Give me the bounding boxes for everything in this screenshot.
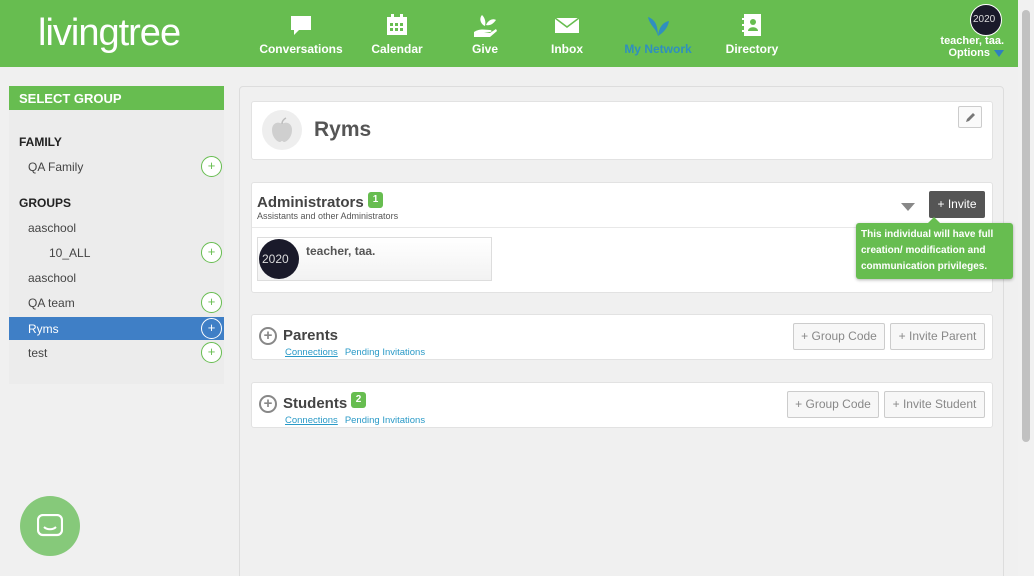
user-menu[interactable]: 2020 teacher, taa. Options xyxy=(904,4,1004,64)
sidebar-item-10-all[interactable]: 10_ALL + xyxy=(9,241,224,264)
avatar-text: 2020 xyxy=(973,14,996,25)
connections-link[interactable]: Connections xyxy=(285,347,338,358)
nav-my-network[interactable]: My Network xyxy=(620,0,696,67)
sidebar-item-label: Ryms xyxy=(28,322,59,336)
groups-heading: GROUPS xyxy=(19,196,72,210)
administrators-count-badge: 1 xyxy=(368,192,383,208)
nav-inbox[interactable]: Inbox xyxy=(540,0,594,67)
group-sidebar: SELECT GROUP FAMILY QA Family + GROUPS a… xyxy=(9,86,224,384)
invite-tooltip: This individual will have full creation/… xyxy=(856,217,1013,279)
leaf-network-icon xyxy=(648,17,669,36)
caret-down-icon xyxy=(994,49,1004,57)
sidebar-item-label: aaschool xyxy=(28,271,77,285)
collapse-icon[interactable] xyxy=(901,203,915,211)
sidebar-item-label: test xyxy=(28,346,48,360)
group-title-card: Ryms xyxy=(251,101,993,160)
invite-student-button[interactable]: + Invite Student xyxy=(884,391,985,418)
group-avatar xyxy=(262,110,302,150)
pending-invitations-link[interactable]: Pending Invitations xyxy=(345,415,425,426)
scrollbar-thumb[interactable] xyxy=(1022,10,1030,442)
page-scrollbar[interactable] xyxy=(1018,0,1034,576)
livingtree-logo[interactable]: livingtree xyxy=(38,10,181,56)
sidebar-item-aaschool-2[interactable]: aaschool xyxy=(9,266,224,289)
parents-title: Parents xyxy=(283,327,339,344)
envelope-icon xyxy=(554,17,580,33)
sidebar-item-qa-family[interactable]: QA Family + xyxy=(9,155,224,178)
options-dropdown[interactable]: Options xyxy=(948,47,1004,59)
admin-member-card[interactable]: 2020 teacher, taa. xyxy=(257,237,492,281)
students-title: Students xyxy=(283,395,348,412)
students-count-badge: 2 xyxy=(351,392,366,408)
nav-label: Calendar xyxy=(371,42,423,56)
member-name: teacher, taa. xyxy=(306,244,376,258)
students-card: + Students 2 Connections Pending Invitati… xyxy=(251,382,993,428)
nav-calendar[interactable]: Calendar xyxy=(365,0,429,67)
sidebar-item-label: 10_ALL xyxy=(49,246,91,260)
sidebar-item-ryms[interactable]: Ryms + xyxy=(9,317,224,340)
chat-launcher-button[interactable] xyxy=(20,496,80,556)
chat-bubble-icon xyxy=(291,16,311,35)
group-detail-panel: Ryms Administrators 1 Assistants and oth… xyxy=(239,86,1013,576)
invite-parent-button[interactable]: + Invite Parent xyxy=(890,323,985,350)
students-group-code-button[interactable]: + Group Code xyxy=(787,391,879,418)
directory-icon xyxy=(742,14,761,36)
sidebar-item-test[interactable]: test + xyxy=(9,341,224,364)
parents-card: + Parents Connections Pending Invitations… xyxy=(251,314,993,360)
nav-give[interactable]: Give xyxy=(460,0,510,67)
family-heading: FAMILY xyxy=(19,135,62,149)
administrators-subtitle: Assistants and other Administrators xyxy=(257,211,399,221)
sidebar-item-label: aaschool xyxy=(28,221,77,235)
top-navigation-bar: livingtree Conversations Calendar Give I… xyxy=(0,0,1018,67)
nav-label: Inbox xyxy=(551,42,583,56)
add-icon[interactable]: + xyxy=(201,318,222,339)
apple-icon xyxy=(272,117,292,142)
member-avatar: 2020 xyxy=(259,239,299,279)
sidebar-item-aaschool[interactable]: aaschool xyxy=(9,216,224,239)
students-links: Connections Pending Invitations xyxy=(285,415,425,426)
add-icon[interactable]: + xyxy=(201,156,222,177)
nav-label: Directory xyxy=(725,42,779,56)
edit-group-button[interactable] xyxy=(958,106,982,128)
logo-text: livingtree xyxy=(38,11,181,54)
add-icon[interactable]: + xyxy=(201,292,222,313)
sidebar-header: SELECT GROUP xyxy=(9,86,224,110)
connections-link[interactable]: Connections xyxy=(285,415,338,426)
nav-conversations[interactable]: Conversations xyxy=(258,0,344,67)
sidebar-item-label: QA Family xyxy=(28,160,84,174)
invite-admin-button[interactable]: + Invite xyxy=(929,191,985,218)
pending-invitations-link[interactable]: Pending Invitations xyxy=(345,347,425,358)
parents-group-code-button[interactable]: + Group Code xyxy=(793,323,885,350)
hand-plant-icon xyxy=(474,15,497,37)
expand-parents-icon[interactable]: + xyxy=(259,327,277,345)
options-label: Options xyxy=(948,47,990,59)
calendar-icon xyxy=(387,14,407,35)
sidebar-item-qa-team[interactable]: QA team + xyxy=(9,291,224,314)
add-icon[interactable]: + xyxy=(201,342,222,363)
group-name: Ryms xyxy=(314,118,372,141)
avatar-text: 2020 xyxy=(262,252,289,266)
parents-links: Connections Pending Invitations xyxy=(285,347,425,358)
chat-icon xyxy=(37,514,63,537)
add-icon[interactable]: + xyxy=(201,242,222,263)
expand-students-icon[interactable]: + xyxy=(259,395,277,413)
administrators-title: Administrators xyxy=(257,194,364,211)
nav-label: Give xyxy=(471,42,498,56)
nav-directory[interactable]: Directory xyxy=(722,0,782,67)
nav-label: Conversations xyxy=(259,42,343,56)
sidebar-item-label: QA team xyxy=(28,296,75,310)
pencil-icon xyxy=(966,113,975,122)
user-avatar[interactable]: 2020 xyxy=(970,4,1002,36)
user-name: teacher, taa. xyxy=(940,35,1004,47)
nav-label: My Network xyxy=(624,42,692,56)
